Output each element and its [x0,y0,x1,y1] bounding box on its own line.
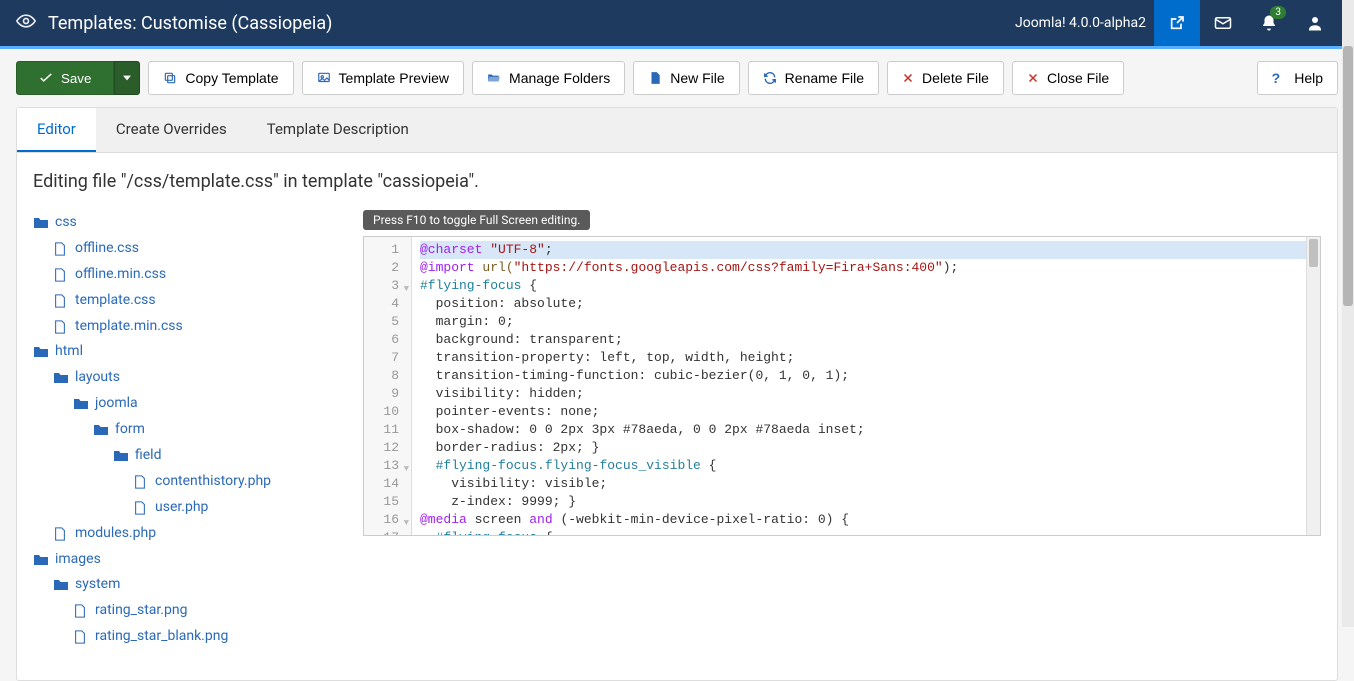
folder-layouts[interactable]: layouts [33,365,343,391]
folder-field[interactable]: field [33,443,343,469]
file-rating-star[interactable]: rating_star.png [33,598,343,624]
rename-file-button[interactable]: Rename File [748,61,879,95]
page-scroll-thumb[interactable] [1343,46,1353,306]
user-icon[interactable] [1292,0,1338,46]
refresh-icon [763,71,777,85]
folder-css[interactable]: css [33,210,343,236]
save-dropdown-button[interactable] [114,61,140,95]
tab-bar: Editor Create Overrides Template Descrip… [17,108,1337,153]
folder-form[interactable]: form [33,417,343,443]
eye-icon [16,11,36,35]
top-navbar: Templates: Customise (Cassiopeia) Joomla… [0,0,1354,46]
main-panel: Editor Create Overrides Template Descrip… [16,107,1338,681]
folder-open-icon [487,71,501,85]
file-template-css[interactable]: template.css [33,288,343,314]
delete-icon [902,72,914,84]
file-tree: css offline.css offline.min.css template… [33,210,343,650]
manage-folders-button[interactable]: Manage Folders [472,61,625,95]
folder-joomla[interactable]: joomla [33,391,343,417]
file-template-min-css[interactable]: template.min.css [33,314,343,340]
editor-scrollbar[interactable] [1306,237,1320,535]
notification-badge: 3 [1270,6,1286,19]
image-icon [317,71,331,85]
new-file-button[interactable]: New File [633,61,739,95]
close-file-button[interactable]: Close File [1012,61,1124,95]
external-link-icon[interactable] [1154,0,1200,46]
template-preview-button[interactable]: Template Preview [302,61,465,95]
copy-icon [163,71,177,85]
mail-icon[interactable] [1200,0,1246,46]
tab-template-description[interactable]: Template Description [247,108,429,152]
question-icon: ? [1272,70,1281,86]
action-toolbar: Save Copy Template Template Preview Mana… [0,49,1354,107]
version-text: Joomla! 4.0.0-alpha2 [1015,15,1146,31]
copy-template-button[interactable]: Copy Template [148,61,293,95]
folder-images[interactable]: images [33,547,343,573]
fullscreen-hint: Press F10 to toggle Full Screen editing. [363,210,590,230]
file-rating-star-blank[interactable]: rating_star_blank.png [33,624,343,650]
file-offline-css[interactable]: offline.css [33,236,343,262]
line-gutter: 1 2 3▼ 4 5 6 7 8 9 10 11 12 13▼ 14 [364,237,412,535]
delete-file-button[interactable]: Delete File [887,61,1004,95]
folder-system[interactable]: system [33,572,343,598]
page-title: Templates: Customise (Cassiopeia) [48,13,1015,34]
close-icon [1027,72,1039,84]
file-modules-php[interactable]: modules.php [33,521,343,547]
save-button[interactable]: Save [16,61,114,95]
file-offline-min-css[interactable]: offline.min.css [33,262,343,288]
notifications-icon[interactable]: 3 [1246,0,1292,46]
code-content[interactable]: @charset "UTF-8"; @import url("https://f… [412,237,1320,535]
tab-create-overrides[interactable]: Create Overrides [96,108,247,152]
code-editor[interactable]: 1 2 3▼ 4 5 6 7 8 9 10 11 12 13▼ 14 [363,236,1321,536]
help-button[interactable]: ? Help [1257,61,1338,95]
page-scrollbar[interactable] [1342,0,1354,627]
editing-file-label: Editing file "/css/template.css" in temp… [33,171,1321,192]
tab-editor[interactable]: Editor [17,108,96,152]
editor-scroll-thumb[interactable] [1309,239,1318,267]
file-icon [648,71,662,85]
folder-html[interactable]: html [33,339,343,365]
file-contenthistory[interactable]: contenthistory.php [33,469,343,495]
file-user-php[interactable]: user.php [33,495,343,521]
